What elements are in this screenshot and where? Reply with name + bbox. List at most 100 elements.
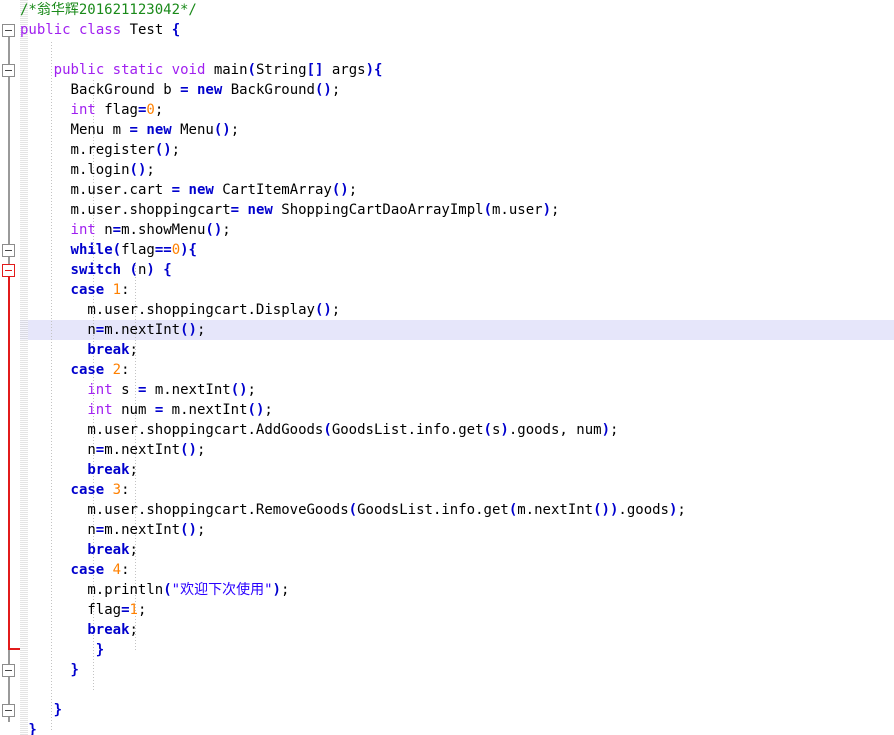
token-ctrl: break bbox=[87, 622, 130, 638]
code-line-35[interactable] bbox=[0, 680, 20, 700]
token-ctrl: break bbox=[87, 462, 130, 478]
token-plain: n bbox=[87, 522, 96, 538]
java-code-editor[interactable]: /*翁华辉201621123042*/public class Test { pu… bbox=[0, 0, 894, 735]
token-punct: ) bbox=[542, 202, 552, 218]
token-plain: Test bbox=[129, 22, 172, 38]
token-ctrl: new bbox=[188, 182, 214, 198]
token-plain: String bbox=[255, 62, 307, 78]
token-punct: ( bbox=[112, 242, 122, 258]
code-line-3[interactable] bbox=[0, 40, 20, 60]
code-line-20[interactable]: int s = m.nextInt(); bbox=[0, 380, 256, 400]
code-line-23[interactable]: n=m.nextInt(); bbox=[0, 440, 205, 460]
code-line-29[interactable]: case 4: bbox=[0, 560, 130, 580]
code-line-25[interactable]: case 3: bbox=[0, 480, 130, 500]
token-punct: () bbox=[230, 382, 248, 398]
token-plain: ; bbox=[222, 222, 231, 238]
token-plain: ; bbox=[264, 402, 273, 418]
code-line-22[interactable]: m.user.shoppingcart.AddGoods(GoodsList.i… bbox=[0, 420, 618, 440]
code-line-27[interactable]: n=m.nextInt(); bbox=[0, 520, 205, 540]
token-plain: n bbox=[87, 442, 96, 458]
code-line-33[interactable]: } bbox=[0, 640, 104, 660]
token-punct: ( bbox=[348, 502, 358, 518]
code-line-14[interactable]: switch (n) { bbox=[0, 260, 172, 280]
token-ctrl: case bbox=[70, 482, 105, 498]
code-line-7[interactable]: Menu m = new Menu(); bbox=[0, 120, 240, 140]
token-punct: ){ bbox=[365, 62, 383, 78]
code-line-24[interactable]: break; bbox=[0, 460, 138, 480]
token-plain: ; bbox=[171, 142, 181, 158]
token-plain: ; bbox=[129, 542, 138, 558]
token-plain: : bbox=[121, 282, 130, 298]
code-line-26[interactable]: m.user.shoppingcart.RemoveGoods(GoodsLis… bbox=[0, 500, 686, 520]
token-punct: () bbox=[154, 142, 172, 158]
token-plain: m.user.shoppingcart.Display bbox=[87, 302, 315, 318]
token-plain: m.nextInt bbox=[146, 382, 231, 398]
code-line-21[interactable]: int num = m.nextInt(); bbox=[0, 400, 273, 420]
token-plain: ; bbox=[331, 82, 341, 98]
code-line-1[interactable]: /*翁华辉201621123042*/ bbox=[0, 0, 197, 20]
code-line-8[interactable]: m.register(); bbox=[0, 140, 181, 160]
token-plain: ; bbox=[280, 582, 290, 598]
token-punct: ) bbox=[601, 422, 610, 438]
code-line-36[interactable]: } bbox=[0, 700, 62, 720]
code-line-17[interactable]: n=m.nextInt(); bbox=[0, 320, 205, 340]
code-line-9[interactable]: m.login(); bbox=[0, 160, 155, 180]
token-ctrl: new bbox=[146, 122, 172, 138]
code-line-13[interactable]: while(flag==0){ bbox=[0, 240, 197, 260]
token-plain: flag bbox=[95, 102, 138, 118]
token-punct: { bbox=[171, 22, 181, 38]
code-line-15[interactable]: case 1: bbox=[0, 280, 130, 300]
token-plain: flag bbox=[121, 242, 155, 258]
code-line-2[interactable]: public class Test { bbox=[0, 20, 180, 40]
token-plain: BackGround bbox=[222, 82, 315, 98]
code-line-31[interactable]: flag=1; bbox=[0, 600, 146, 620]
token-plain: GoodsList.info.get bbox=[357, 502, 509, 518]
token-punct: = bbox=[171, 182, 181, 198]
token-punct: () bbox=[180, 322, 197, 338]
token-plain: num bbox=[112, 402, 155, 418]
token-punct: ) { bbox=[146, 262, 172, 278]
code-line-19[interactable]: case 2: bbox=[0, 360, 130, 380]
code-line-4[interactable]: public static void main(String[] args){ bbox=[0, 60, 383, 80]
code-line-11[interactable]: m.user.shoppingcart= new ShoppingCartDao… bbox=[0, 200, 560, 220]
token-plain: s bbox=[112, 382, 138, 398]
token-punct: = bbox=[121, 602, 130, 618]
token-punct: = bbox=[154, 402, 164, 418]
token-plain: m.register bbox=[70, 142, 155, 158]
code-line-6[interactable]: int flag=0; bbox=[0, 100, 164, 120]
token-plain: m.showMenu bbox=[121, 222, 206, 238]
code-line-18[interactable]: break; bbox=[0, 340, 138, 360]
code-line-32[interactable]: break; bbox=[0, 620, 138, 640]
token-punct: ) bbox=[272, 582, 281, 598]
token-plain: flag bbox=[87, 602, 122, 618]
token-punct: () bbox=[180, 522, 197, 538]
code-line-16[interactable]: m.user.shoppingcart.Display(); bbox=[0, 300, 340, 320]
token-plain: ; bbox=[154, 102, 164, 118]
token-ctrl: switch bbox=[70, 262, 122, 278]
token-punct: } bbox=[70, 662, 79, 678]
code-line-28[interactable]: break; bbox=[0, 540, 138, 560]
token-plain: .goods bbox=[618, 502, 669, 518]
code-line-37[interactable]: } bbox=[0, 720, 36, 735]
code-line-5[interactable]: BackGround b = new BackGround(); bbox=[0, 80, 341, 100]
token-plain: m.nextInt bbox=[104, 322, 181, 338]
token-punct: ()) bbox=[593, 502, 619, 518]
code-line-30[interactable]: m.println("欢迎下次使用"); bbox=[0, 580, 289, 600]
code-line-10[interactable]: m.user.cart = new CartItemArray(); bbox=[0, 180, 358, 200]
code-text-area[interactable]: /*翁华辉201621123042*/public class Test { pu… bbox=[0, 0, 894, 735]
token-punct: () bbox=[180, 442, 197, 458]
code-line-34[interactable]: } bbox=[0, 660, 79, 680]
token-punct: () bbox=[314, 82, 332, 98]
token-punct: = bbox=[112, 222, 122, 238]
token-plain: m.user.cart bbox=[70, 182, 172, 198]
code-line-12[interactable]: int n=m.showMenu(); bbox=[0, 220, 231, 240]
token-plain: ; bbox=[129, 622, 138, 638]
token-plain: ; bbox=[348, 182, 358, 198]
token-punct: = bbox=[95, 522, 105, 538]
token-plain: ; bbox=[129, 462, 138, 478]
